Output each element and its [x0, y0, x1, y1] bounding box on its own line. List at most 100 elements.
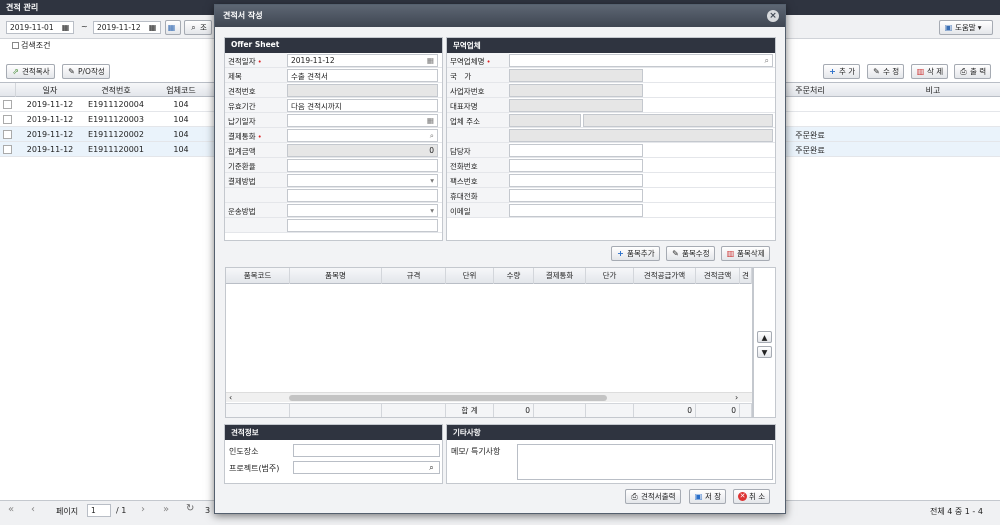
copy-quote-button[interactable]: ⇗ 견적복사: [6, 64, 55, 79]
email-input[interactable]: [509, 204, 643, 217]
contact-input[interactable]: [509, 144, 643, 157]
items-col[interactable]: 품목명: [290, 268, 382, 284]
date-to-input[interactable]: 2019-11-12 ▦: [93, 21, 161, 34]
items-col[interactable]: 수량: [494, 268, 534, 284]
items-col[interactable]: 견: [740, 268, 752, 284]
query-button[interactable]: ⌕ 조: [184, 20, 212, 35]
date-separator: ~: [81, 22, 88, 31]
select-all-cell[interactable]: [0, 83, 16, 97]
chevron-down-icon[interactable]: ▾: [430, 176, 434, 185]
quote-info-heading: 견적정보: [225, 425, 442, 440]
col-quote-no[interactable]: 견적번호: [84, 85, 148, 96]
calendar-icon[interactable]: ▦: [61, 23, 70, 32]
edit-button[interactable]: ✎ 수 정: [867, 64, 905, 79]
col-order-status[interactable]: 주문처리: [786, 85, 834, 96]
required-icon: •: [257, 133, 262, 141]
items-footer-cell: [290, 404, 382, 417]
refresh-icon[interactable]: ↻: [186, 503, 194, 514]
form-row: 휴대전화: [447, 188, 775, 203]
calendar-icon: ▦: [167, 23, 176, 32]
item-edit-label: 품목수정: [682, 249, 710, 258]
currency-input[interactable]: ⌕: [287, 129, 438, 142]
fax-input[interactable]: [509, 174, 643, 187]
delivery-label: 납기일자: [228, 117, 256, 126]
items-col[interactable]: 결제통화: [534, 268, 586, 284]
col-vendor-code[interactable]: 업체코드: [148, 85, 214, 96]
items-footer-qty: 0: [494, 404, 534, 417]
mobile-input[interactable]: [509, 189, 643, 202]
cancel-icon: ✕: [738, 492, 747, 501]
scroll-thumb[interactable]: [289, 395, 607, 401]
row-checkbox[interactable]: [3, 100, 12, 109]
payment-input[interactable]: ▾: [287, 174, 438, 187]
cancel-button[interactable]: ✕ 취 소: [733, 489, 771, 504]
delivery-input[interactable]: ▦: [287, 114, 438, 127]
scroll-left-icon[interactable]: ‹: [229, 393, 232, 402]
print-button[interactable]: ⎙ 출 력: [954, 64, 992, 79]
calendar-icon[interactable]: ▦: [148, 23, 157, 32]
help-button[interactable]: ▣ 도움말 ▾: [939, 20, 993, 35]
no-label: 견적번호: [228, 87, 256, 96]
scroll-right-icon[interactable]: ›: [735, 393, 738, 402]
col-remarks[interactable]: 비고: [866, 85, 1000, 96]
project-input[interactable]: ⌕: [293, 461, 440, 474]
first-page-icon[interactable]: «: [8, 504, 14, 515]
close-icon[interactable]: ×: [767, 10, 779, 22]
row-checkbox[interactable]: [3, 145, 12, 154]
vendor-name-input[interactable]: ⌕: [509, 54, 773, 67]
search-icon[interactable]: ⌕: [427, 463, 436, 472]
search-condition-toggle[interactable]: 검색조건: [12, 40, 50, 51]
page-size[interactable]: 3: [205, 506, 210, 515]
place-input[interactable]: [293, 444, 440, 457]
delete-button[interactable]: ▥ 삭 제: [911, 64, 949, 79]
move-up-button[interactable]: ▲: [757, 331, 772, 343]
col-date[interactable]: 일자: [16, 85, 84, 96]
calendar-range-button[interactable]: ▦: [165, 20, 181, 35]
phone-input[interactable]: [509, 159, 643, 172]
quote-print-button[interactable]: ⎙ 견적서출력: [625, 489, 681, 504]
add-button[interactable]: + 추 가: [823, 64, 861, 79]
search-icon[interactable]: ⌕: [765, 56, 769, 65]
chevron-down-icon[interactable]: ▾: [430, 206, 434, 215]
page-input[interactable]: 1: [87, 504, 111, 517]
item-delete-button[interactable]: ▥ 품목삭제: [721, 246, 770, 261]
items-hscroll[interactable]: ‹ ›: [226, 392, 752, 402]
next-page-icon[interactable]: ›: [141, 504, 145, 515]
items-col[interactable]: 견적금액: [696, 268, 740, 284]
total-input[interactable]: 0: [287, 144, 438, 157]
items-col[interactable]: 단위: [446, 268, 494, 284]
valid-input[interactable]: 다음 견적시까지: [287, 99, 438, 112]
last-page-icon[interactable]: »: [163, 504, 169, 515]
rate-input[interactable]: [287, 159, 438, 172]
field-label: 견적번호: [225, 83, 287, 97]
date-input[interactable]: 2019-11-12 ▦: [287, 54, 438, 67]
calendar-icon[interactable]: ▦: [427, 56, 434, 65]
po-create-button[interactable]: ✎ P/O작성: [62, 64, 110, 79]
copy-quote-label: 견적복사: [22, 67, 50, 76]
prev-page-icon[interactable]: ‹: [31, 504, 35, 515]
country-input: [509, 69, 643, 82]
subject-input[interactable]: 수출 견적서: [287, 69, 438, 82]
item-edit-button[interactable]: ✎ 품목수정: [666, 246, 715, 261]
search-icon[interactable]: ⌕: [430, 131, 434, 140]
items-col[interactable]: 품목코드: [226, 268, 290, 284]
row-checkbox[interactable]: [3, 115, 12, 124]
form-row: 국 가: [447, 68, 775, 83]
shipping-input[interactable]: ▾: [287, 204, 438, 217]
row-checkbox[interactable]: [3, 130, 12, 139]
field-label: [225, 218, 287, 232]
items-col[interactable]: 견적공급가액: [634, 268, 696, 284]
memo-textarea[interactable]: [517, 444, 773, 480]
item-add-button[interactable]: + 품목추가: [611, 246, 660, 261]
move-down-button[interactable]: ▼: [757, 346, 772, 358]
field-label: 담당자: [447, 143, 509, 157]
modal-header: 견적서 작성: [215, 5, 785, 27]
items-col[interactable]: 규격: [382, 268, 446, 284]
checkbox-icon[interactable]: [12, 42, 19, 49]
items-col[interactable]: 단가: [586, 268, 634, 284]
no-input[interactable]: [287, 84, 438, 97]
date-from-input[interactable]: 2019-11-01 ▦: [6, 21, 74, 34]
calendar-icon[interactable]: ▦: [427, 116, 434, 125]
chevron-down-icon: ▾: [977, 23, 982, 32]
save-button[interactable]: ▣ 저 장: [689, 489, 727, 504]
